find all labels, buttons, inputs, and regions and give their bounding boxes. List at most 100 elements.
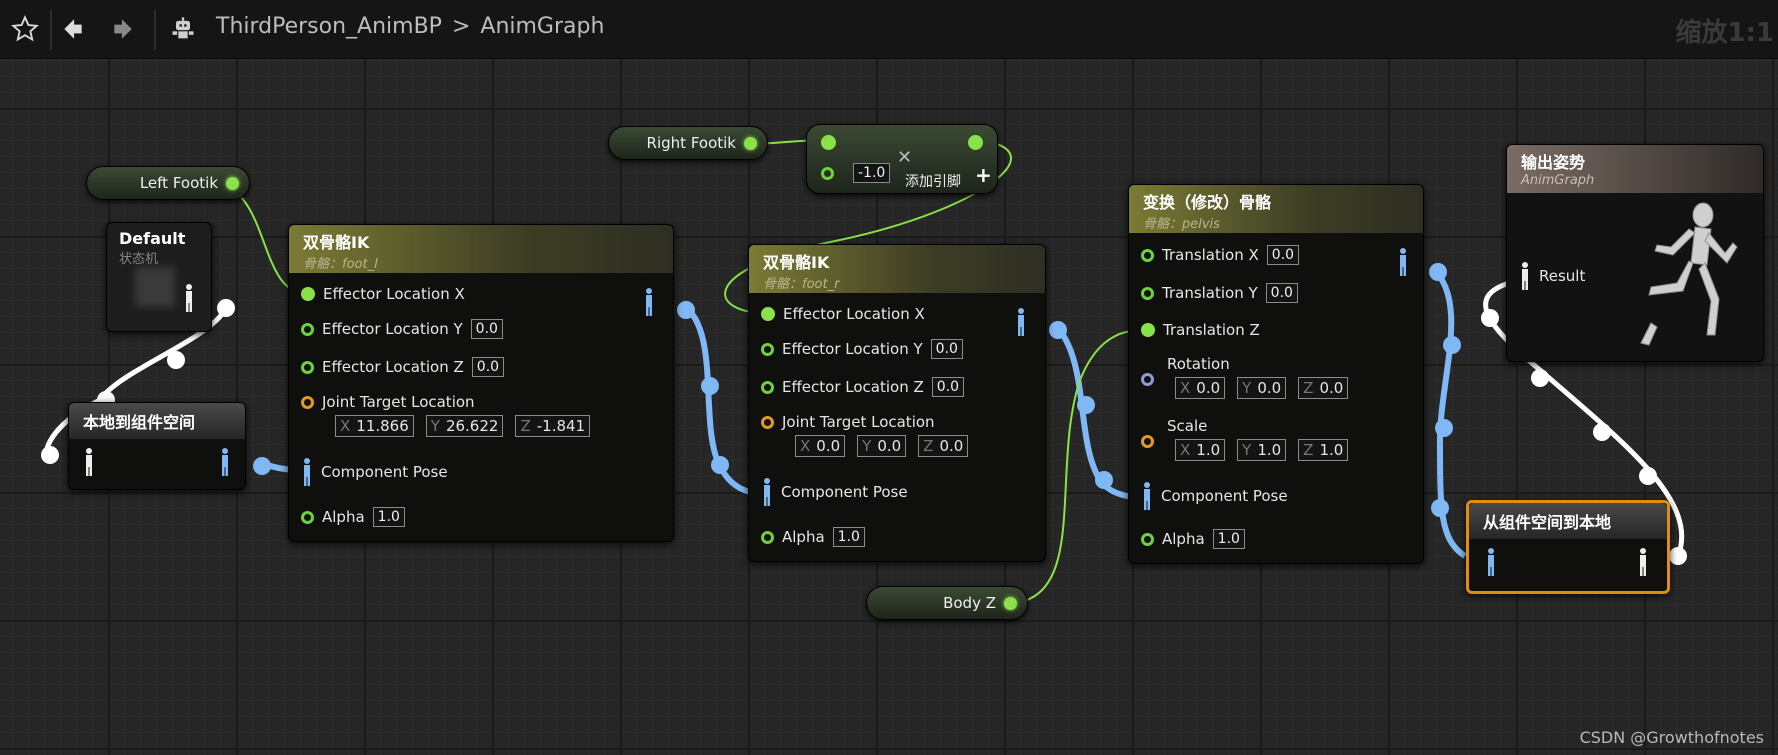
pose-input-pin-icon[interactable] <box>301 457 313 487</box>
running-mannequin-icon <box>1640 202 1738 346</box>
float-input-pin[interactable] <box>301 510 314 524</box>
float-input-pin[interactable] <box>1141 323 1155 337</box>
two-bone-ik-right-node[interactable]: 双骨骼IK 骨骼：foot_r Effector Location X Effe… <box>748 244 1046 562</box>
joint-target-y-value: 0.0 <box>877 437 902 455</box>
ik-left-effector-z-row: Effector Location Z 0.0 <box>301 357 505 377</box>
translation-x-row: Translation X 0.0 <box>1141 245 1300 265</box>
vector-input-pin[interactable] <box>301 395 314 409</box>
joint-target-x-field[interactable]: X 0.0 <box>795 435 846 457</box>
add-input-b-value[interactable]: -1.0 <box>853 163 891 183</box>
float-input-pin[interactable] <box>761 342 774 356</box>
float-output-pin[interactable] <box>744 136 757 150</box>
axis-z-label: Z <box>1303 379 1314 397</box>
output-pose-node[interactable]: 输出姿势 AnimGraph Result <box>1506 144 1764 362</box>
scale-y-field[interactable]: Y 1.0 <box>1237 439 1287 461</box>
pose-output-pin-icon[interactable] <box>219 447 231 477</box>
pose-output-pin-icon[interactable] <box>1015 307 1027 337</box>
two-bone-ik-left-node[interactable]: 双骨骼IK 骨骼：foot_l Effector Location X Effe… <box>288 224 674 542</box>
rotation-x-field[interactable]: X 0.0 <box>1175 377 1226 399</box>
default-state-machine-node[interactable]: Default 状态机 <box>106 222 212 332</box>
breadcrumb-blueprint[interactable]: ThirdPerson_AnimBP <box>216 14 442 39</box>
joint-target-z-field[interactable]: Z 0.0 <box>918 435 969 457</box>
close-x-icon[interactable]: ✕ <box>897 147 912 168</box>
scale-x-field[interactable]: X 1.0 <box>1175 439 1226 461</box>
ik-right-effector-x-row: Effector Location X <box>761 305 925 323</box>
forward-arrow-icon[interactable] <box>106 12 140 46</box>
rotation-label: Rotation <box>1167 355 1230 373</box>
pose-output-pin-icon[interactable] <box>643 287 655 317</box>
add-input-b-pin[interactable] <box>821 167 834 180</box>
float-input-pin[interactable] <box>1141 532 1154 546</box>
joint-target-y-field[interactable]: Y 26.622 <box>425 415 504 437</box>
rotator-input-pin[interactable] <box>1141 373 1154 386</box>
rotation-y-field[interactable]: Y 0.0 <box>1237 377 1287 399</box>
favorite-star-icon[interactable] <box>8 12 42 46</box>
joint-target-y-field[interactable]: Y 0.0 <box>857 435 907 457</box>
axis-z-label: Z <box>923 437 934 455</box>
axis-x-label: X <box>1180 441 1191 459</box>
joint-target-x-field[interactable]: X 11.866 <box>335 415 414 437</box>
translation-x-value[interactable]: 0.0 <box>1266 245 1300 265</box>
vector-input-pin[interactable] <box>761 415 774 429</box>
pose-input-pin-icon[interactable] <box>761 477 773 507</box>
add-output-pin[interactable] <box>968 135 983 150</box>
axis-x-label: X <box>340 417 351 435</box>
result-label: Result <box>1539 267 1586 285</box>
body-z-variable-node[interactable]: Body Z <box>866 586 1028 620</box>
float-input-pin[interactable] <box>301 360 314 374</box>
float-input-pin[interactable] <box>1141 286 1154 300</box>
ik-right-joint-target-values: X 0.0 Y 0.0 Z 0.0 <box>795 435 972 457</box>
breadcrumb-graph[interactable]: AnimGraph <box>480 14 604 39</box>
float-output-pin[interactable] <box>226 176 239 190</box>
pose-output-pin-icon[interactable] <box>1637 547 1649 577</box>
float-input-pin[interactable] <box>1141 248 1154 262</box>
add-float-node[interactable]: -1.0 ✕ 添加引脚 + <box>806 124 998 194</box>
translation-y-value[interactable]: 0.0 <box>1265 283 1298 303</box>
effector-z-value[interactable]: 0.0 <box>931 377 965 397</box>
float-input-pin[interactable] <box>761 307 775 321</box>
left-footik-variable-node[interactable]: Left Footik <box>86 166 250 200</box>
effector-x-label: Effector Location X <box>323 285 465 303</box>
pose-input-pin-icon[interactable] <box>1485 547 1497 577</box>
pose-input-pin-icon[interactable] <box>1141 481 1153 511</box>
scale-x-value: 1.0 <box>1196 441 1221 459</box>
add-input-a-pin[interactable] <box>821 135 836 150</box>
vector-input-pin[interactable] <box>1141 435 1154 448</box>
scale-z-field[interactable]: Z 1.0 <box>1298 439 1349 461</box>
pose-input-pin-icon[interactable] <box>83 447 95 477</box>
right-footik-variable-node[interactable]: Right Footik <box>608 126 768 160</box>
effector-y-value[interactable]: 0.0 <box>930 339 963 359</box>
pose-input-pin-icon[interactable] <box>1519 261 1531 291</box>
local-to-component-node[interactable]: 本地到组件空间 <box>68 402 246 490</box>
component-to-local-node[interactable]: 从组件空间到本地 <box>1466 500 1670 594</box>
ik-left-effector-x-row: Effector Location X <box>301 285 465 303</box>
component-pose-label: Component Pose <box>1161 487 1288 505</box>
float-input-pin[interactable] <box>301 322 314 336</box>
plus-icon[interactable]: + <box>975 163 992 187</box>
pose-output-pin-icon[interactable] <box>1397 247 1409 277</box>
transform-modify-bone-node[interactable]: 变换（修改）骨骼 骨骼：pelvis Translation X 0.0 Tra… <box>1128 184 1424 564</box>
joint-target-z-field[interactable]: Z -1.841 <box>515 415 591 437</box>
component-to-local-title: 从组件空间到本地 <box>1483 513 1612 532</box>
float-input-pin[interactable] <box>301 287 315 301</box>
back-arrow-icon[interactable] <box>56 12 90 46</box>
transform-component-pose-row: Component Pose <box>1141 481 1288 511</box>
add-pin-label[interactable]: 添加引脚 <box>905 171 961 191</box>
float-input-pin[interactable] <box>761 530 774 544</box>
pose-output-pin-icon[interactable] <box>183 283 195 313</box>
rotation-z-field[interactable]: Z 0.0 <box>1298 377 1349 399</box>
ik-left-joint-target-values: X 11.866 Y 26.622 Z -1.841 <box>335 415 594 437</box>
alpha-value[interactable]: 1.0 <box>1212 529 1245 549</box>
float-output-pin[interactable] <box>1004 596 1017 610</box>
scale-values: X 1.0 Y 1.0 Z 1.0 <box>1175 439 1352 461</box>
effector-y-value[interactable]: 0.0 <box>470 319 503 339</box>
effector-x-label: Effector Location X <box>783 305 925 323</box>
ik-left-effector-y-row: Effector Location Y 0.0 <box>301 319 503 339</box>
effector-z-value[interactable]: 0.0 <box>471 357 505 377</box>
alpha-value[interactable]: 1.0 <box>832 527 865 547</box>
float-input-pin[interactable] <box>761 380 774 394</box>
alpha-value[interactable]: 1.0 <box>372 507 405 527</box>
alpha-label: Alpha <box>1162 530 1205 548</box>
breadcrumb-separator: > <box>451 14 471 39</box>
scale-z-value: 1.0 <box>1319 441 1344 459</box>
